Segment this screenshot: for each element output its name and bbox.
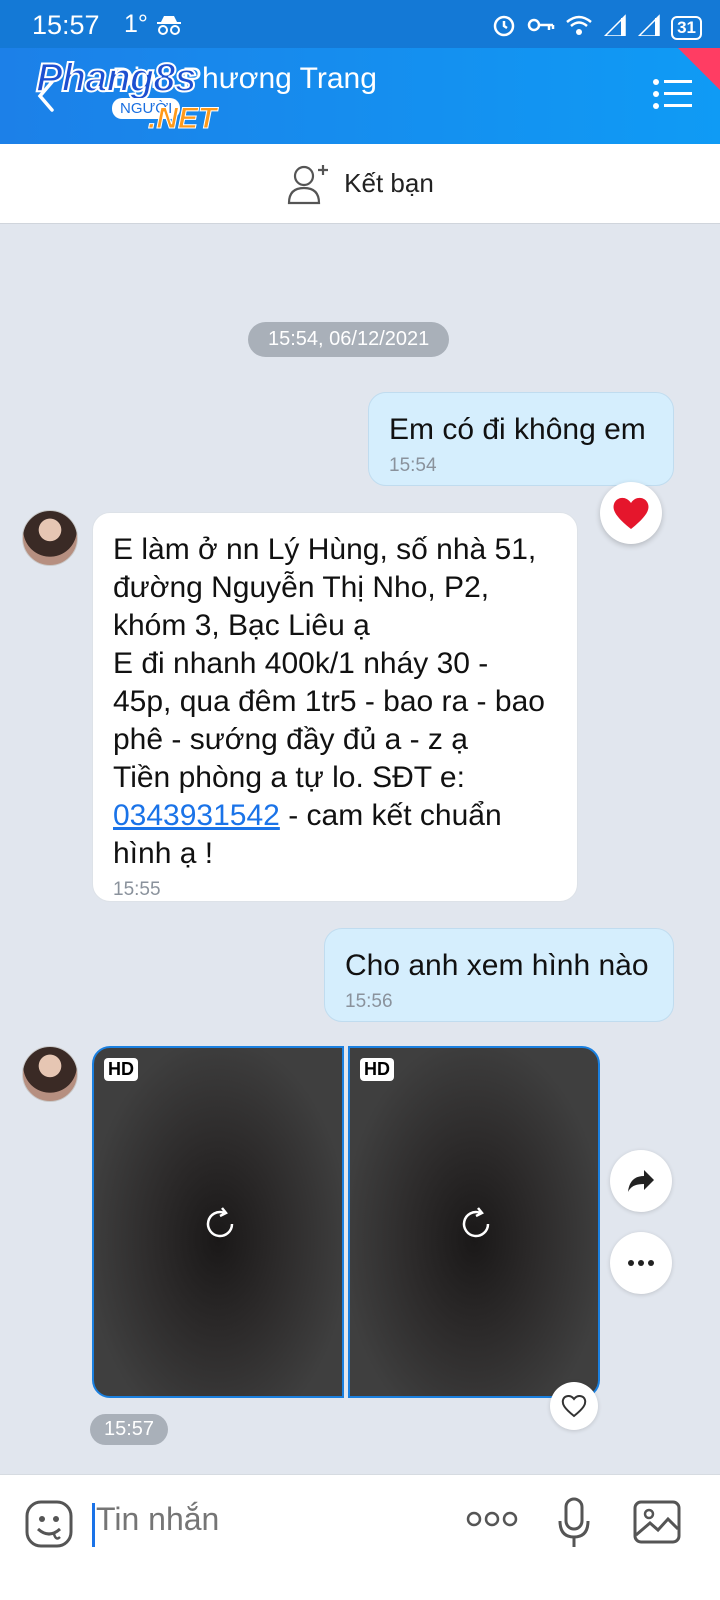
message-bubble-outgoing[interactable]: Em có đi không em 15:54 [368, 392, 674, 486]
message-line: đường Nguyễn Thị Nho, P2, [113, 571, 490, 604]
alarm-icon [491, 12, 517, 43]
message-bubble-incoming[interactable]: E làm ở nn Lý Hùng, số nhà 51, đường Ngu… [92, 512, 578, 902]
message-line: hình ạ ! [113, 837, 214, 870]
more-icon[interactable] [466, 1509, 518, 1534]
message-line: Tiền phòng a tự lo. SĐT e: [113, 761, 465, 794]
phone-link[interactable]: 0343931542 [113, 799, 280, 832]
signal-icon-2 [637, 14, 661, 41]
message-line: E làm ở nn Lý Hùng, số nhà 51, [113, 533, 537, 566]
message-line: 45p, qua đêm 1tr5 - bao ra - bao [113, 685, 545, 718]
message-text: Cho anh xem hình nào [345, 949, 649, 982]
heart-icon [613, 497, 649, 529]
status-time: 15:57 [32, 10, 100, 40]
message-line: khóm 3, Bạc Liêu ạ [113, 609, 370, 642]
add-user-icon [288, 164, 329, 204]
heart-outline-icon [561, 1395, 587, 1418]
corner-badge [678, 48, 720, 90]
input-bar [0, 1474, 720, 1570]
add-friend-button[interactable]: Kết bạn [0, 144, 720, 224]
watermark-net: .NET [147, 102, 217, 136]
message-bubble-outgoing[interactable]: Cho anh xem hình nào 15:56 [324, 928, 674, 1022]
message-input[interactable] [96, 1501, 416, 1538]
image-icon[interactable] [632, 1499, 682, 1550]
status-bar: 15:57 1° 31 [0, 0, 720, 48]
incognito-icon [156, 14, 182, 41]
message-line: phê - sướng đầy đủ a - z ạ [113, 723, 468, 756]
hd-badge: HD [360, 1058, 394, 1081]
add-friend-label: Kết bạn [344, 168, 434, 198]
watermark-logo: Phang8s [35, 55, 198, 101]
forward-button[interactable] [610, 1150, 672, 1212]
reload-icon[interactable] [202, 1206, 238, 1247]
message-time: 15:55 [113, 879, 161, 900]
message-text: - cam kết chuẩn [279, 799, 502, 832]
message-line: E đi nhanh 400k/1 nháy 30 - [113, 647, 489, 680]
react-button[interactable] [550, 1382, 598, 1430]
text-caret [92, 1503, 95, 1547]
heart-reaction[interactable] [600, 482, 662, 544]
emoji-icon[interactable] [24, 1499, 74, 1554]
microphone-icon[interactable] [556, 1497, 592, 1554]
avatar[interactable] [22, 1046, 78, 1102]
message-time: 15:56 [345, 991, 393, 1012]
navigation-bar [0, 1570, 720, 1600]
status-temp: 1° [124, 10, 148, 38]
key-icon [527, 15, 555, 40]
avatar[interactable] [22, 510, 78, 566]
wifi-icon [565, 14, 593, 41]
share-icon [628, 1170, 654, 1192]
photo-time: 15:57 [90, 1414, 169, 1445]
signal-icon-1 [603, 14, 627, 41]
photo-thumbnail[interactable]: HD [348, 1046, 600, 1398]
message-time: 15:54 [389, 455, 437, 476]
photo-thumbnail[interactable]: HD [92, 1046, 344, 1398]
reload-icon[interactable] [458, 1206, 494, 1247]
message-text: Em có đi không em [389, 413, 646, 446]
battery-indicator: 31 [671, 15, 702, 40]
more-options-button[interactable] [610, 1232, 672, 1294]
date-chip: 15:54, 06/12/2021 [248, 322, 450, 357]
hd-badge: HD [104, 1058, 138, 1081]
more-icon [628, 1260, 654, 1266]
